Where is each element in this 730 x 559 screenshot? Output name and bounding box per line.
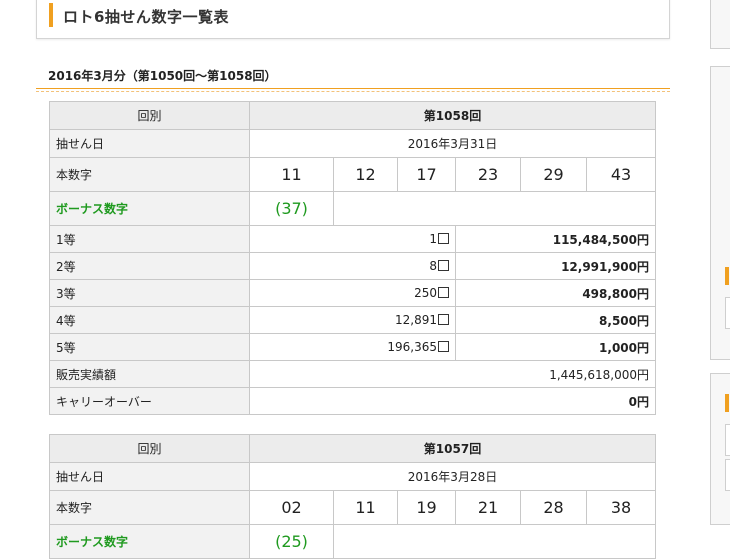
prize-winners: 12,891 (249, 306, 456, 334)
bonus-number: (25) (249, 524, 334, 559)
main-numbers-label: 本数字 (49, 490, 250, 525)
prize-amount: 115,484,500円 (455, 225, 656, 253)
main-number: 29 (520, 157, 587, 192)
main-number: 02 (249, 490, 334, 525)
bonus-label: ボーナス数字 (49, 524, 250, 559)
sidebar-input[interactable] (725, 459, 730, 491)
bonus-number: (37) (249, 191, 334, 226)
main-number: 43 (586, 157, 656, 192)
prize-label: 1等 (49, 225, 250, 253)
main-number: 11 (333, 490, 398, 525)
sidebar-accent-bar (725, 267, 729, 285)
main-number: 17 (397, 157, 456, 192)
date-value: 2016年3月28日 (249, 462, 656, 491)
sidebar (700, 0, 730, 548)
round-label: 回別 (49, 101, 250, 130)
prize-amount: 1,000円 (455, 333, 656, 361)
sidebar-widget (710, 66, 730, 360)
sidebar-input[interactable] (725, 297, 730, 329)
prize-winners: 8 (249, 252, 456, 280)
divider (36, 91, 670, 92)
empty-cell (333, 524, 656, 559)
page-title: ロト6抽せん数字一覧表 (63, 8, 229, 26)
main-number: 23 (455, 157, 521, 192)
draw-table-1058: 回別 第1058回 抽せん日 2016年3月31日 本数字 11 12 17 2… (49, 101, 656, 415)
prize-winners: 196,365 (249, 333, 456, 361)
main-number: 21 (455, 490, 521, 525)
sales-label: 販売実績額 (49, 360, 250, 388)
date-value: 2016年3月31日 (249, 129, 656, 158)
main-number: 19 (397, 490, 456, 525)
prize-winners: 250 (249, 279, 456, 307)
section-title: 2016年3月分（第1050回〜第1058回） (48, 69, 277, 83)
main-number: 12 (333, 157, 398, 192)
carryover-value: 0円 (249, 387, 656, 415)
round-label: 回別 (49, 434, 250, 463)
title-accent-bar (49, 3, 53, 27)
sidebar-accent-bar (725, 394, 729, 412)
empty-cell (333, 191, 656, 226)
round-value: 第1057回 (249, 434, 656, 463)
sidebar-widget (710, 0, 730, 49)
prize-label: 2等 (49, 252, 250, 280)
sidebar-widget (710, 373, 730, 525)
draw-table-1057: 回別 第1057回 抽せん日 2016年3月28日 本数字 02 11 19 2… (49, 434, 656, 559)
sales-value: 1,445,618,000円 (249, 360, 656, 388)
prize-amount: 12,991,900円 (455, 252, 656, 280)
prize-label: 3等 (49, 279, 250, 307)
main-number: 28 (520, 490, 587, 525)
main-content: ロト6抽せん数字一覧表 2016年3月分（第1050回〜第1058回） 回別 第… (0, 0, 700, 559)
round-value: 第1058回 (249, 101, 656, 130)
page-title-box: ロト6抽せん数字一覧表 (36, 0, 670, 39)
main-number: 11 (249, 157, 334, 192)
main-number: 38 (586, 490, 656, 525)
prize-label: 5等 (49, 333, 250, 361)
prize-amount: 498,800円 (455, 279, 656, 307)
date-label: 抽せん日 (49, 129, 250, 158)
bonus-label: ボーナス数字 (49, 191, 250, 226)
prize-amount: 8,500円 (455, 306, 656, 334)
sidebar-input[interactable] (725, 424, 730, 456)
prize-winners: 1 (249, 225, 456, 253)
main-numbers-label: 本数字 (49, 157, 250, 192)
date-label: 抽せん日 (49, 462, 250, 491)
prize-label: 4等 (49, 306, 250, 334)
carryover-label: キャリーオーバー (49, 387, 250, 415)
section-heading: 2016年3月分（第1050回〜第1058回） (36, 64, 670, 89)
